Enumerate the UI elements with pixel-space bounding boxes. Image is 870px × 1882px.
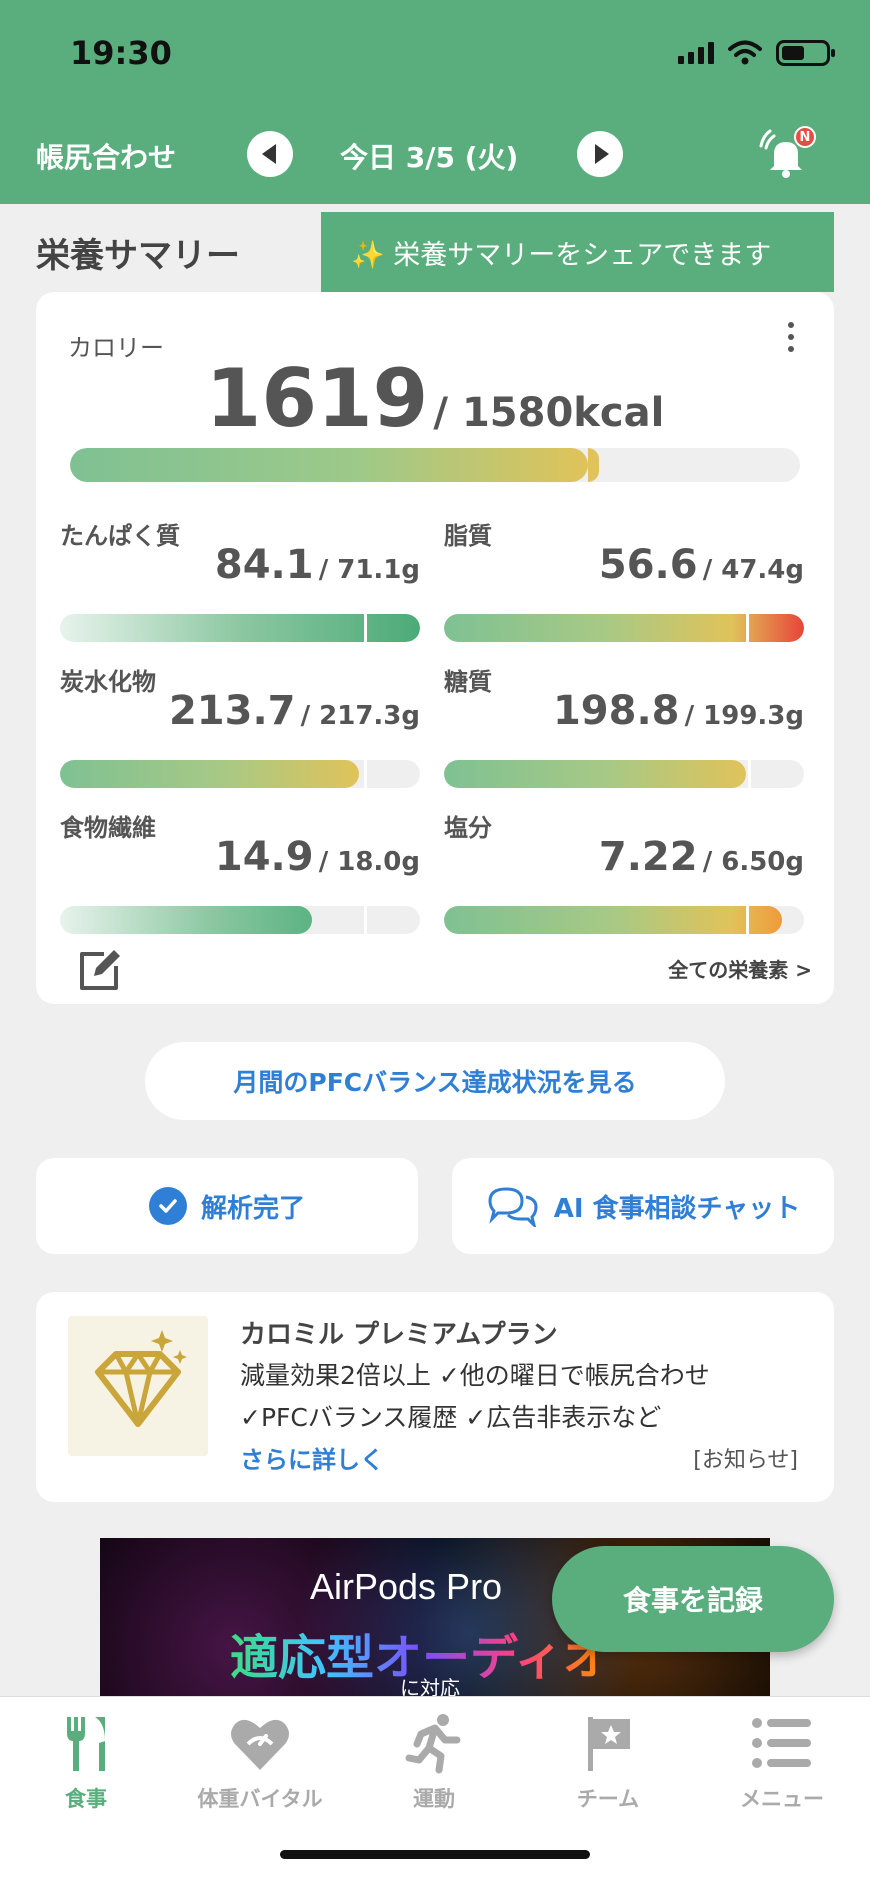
fat-progress-bar — [444, 614, 804, 642]
top-header: 19:30 帳尻合わせ 今日 3/5 (火) N — [0, 0, 870, 204]
battery-icon — [776, 40, 835, 66]
premium-feature-line1: 減量効果2倍以上 ✓他の曜日で帳尻合わせ — [240, 1361, 710, 1390]
chevron-right-icon — [594, 144, 609, 164]
premium-plan-card[interactable]: カロミル プレミアムプラン 減量効果2倍以上 ✓他の曜日で帳尻合わせ ✓PFCバ… — [36, 1292, 834, 1502]
sugar-progress-bar — [444, 760, 804, 788]
nutrition-summary-card: カロリー 1619 / 1580kcal たんぱく質 84.1 / 71.1g … — [36, 292, 834, 1004]
premium-notice-tag: [お知らせ] — [693, 1448, 798, 1473]
pfc-balance-button[interactable]: 月間のPFCバランス達成状況を見る — [145, 1042, 725, 1120]
protein-progress-bar — [60, 614, 420, 642]
ai-chat-label: AI 食事相談チャット — [553, 1193, 801, 1224]
next-day-button[interactable] — [577, 131, 623, 177]
ad-brand: AirPods Pro — [310, 1566, 503, 1607]
edit-icon[interactable] — [76, 948, 122, 994]
fork-knife-icon — [11, 1707, 161, 1779]
ai-chat-button[interactable]: AI 食事相談チャット — [452, 1158, 834, 1254]
wifi-icon — [728, 40, 762, 65]
tab-exercise[interactable]: 運動 — [359, 1707, 509, 1813]
carbs-progress-bar — [60, 760, 420, 788]
chevron-left-icon — [261, 144, 276, 164]
notification-badge: N — [794, 126, 816, 148]
heart-scale-icon — [185, 1707, 335, 1779]
signal-icon — [678, 42, 714, 64]
calorie-value: 1619 / 1580kcal — [36, 352, 834, 445]
prev-day-button[interactable] — [247, 131, 293, 177]
premium-more-link[interactable]: さらに詳しく — [240, 1440, 384, 1475]
menu-list-icon — [707, 1707, 857, 1779]
check-icon — [148, 1187, 187, 1225]
more-options-icon[interactable] — [788, 322, 794, 352]
calorie-progress-bar — [70, 448, 800, 482]
share-tooltip[interactable]: ✨ 栄養サマリーをシェアできます — [321, 212, 834, 308]
ad-subtext: に対応 — [400, 1676, 460, 1696]
analysis-complete-label: 解析完了 — [200, 1193, 305, 1224]
chat-bubbles-icon — [488, 1187, 538, 1227]
status-time: 19:30 — [70, 34, 172, 72]
notification-button[interactable]: N — [758, 126, 816, 184]
flag-icon — [533, 1707, 683, 1779]
tab-weight-vitals[interactable]: 体重バイタル — [185, 1707, 335, 1813]
premium-title: カロミル プレミアムプラン — [240, 1320, 558, 1350]
tab-meal[interactable]: 食事 — [11, 1707, 161, 1813]
runner-icon — [359, 1707, 509, 1779]
tab-menu[interactable]: メニュー — [707, 1707, 857, 1813]
fiber-progress-bar — [60, 906, 420, 934]
home-indicator — [280, 1850, 590, 1859]
status-icons — [678, 40, 835, 66]
current-date[interactable]: 今日 3/5 (火) — [340, 136, 518, 176]
record-meal-button[interactable]: 食事を記録 — [552, 1546, 834, 1652]
calorie-intake: 1619 — [205, 352, 429, 445]
tab-team[interactable]: チーム — [533, 1707, 683, 1813]
all-nutrients-link[interactable]: 全ての栄養素 > — [668, 954, 812, 983]
section-title: 栄養サマリー — [36, 236, 240, 276]
diamond-icon — [68, 1316, 208, 1456]
salt-progress-bar — [444, 906, 804, 934]
balance-adjust-label[interactable]: 帳尻合わせ — [36, 136, 176, 176]
analysis-complete-button[interactable]: 解析完了 — [36, 1158, 418, 1254]
premium-feature-line2: ✓PFCバランス履歴 ✓広告非表示など — [240, 1403, 662, 1432]
calorie-target: / 1580kcal — [433, 390, 665, 436]
